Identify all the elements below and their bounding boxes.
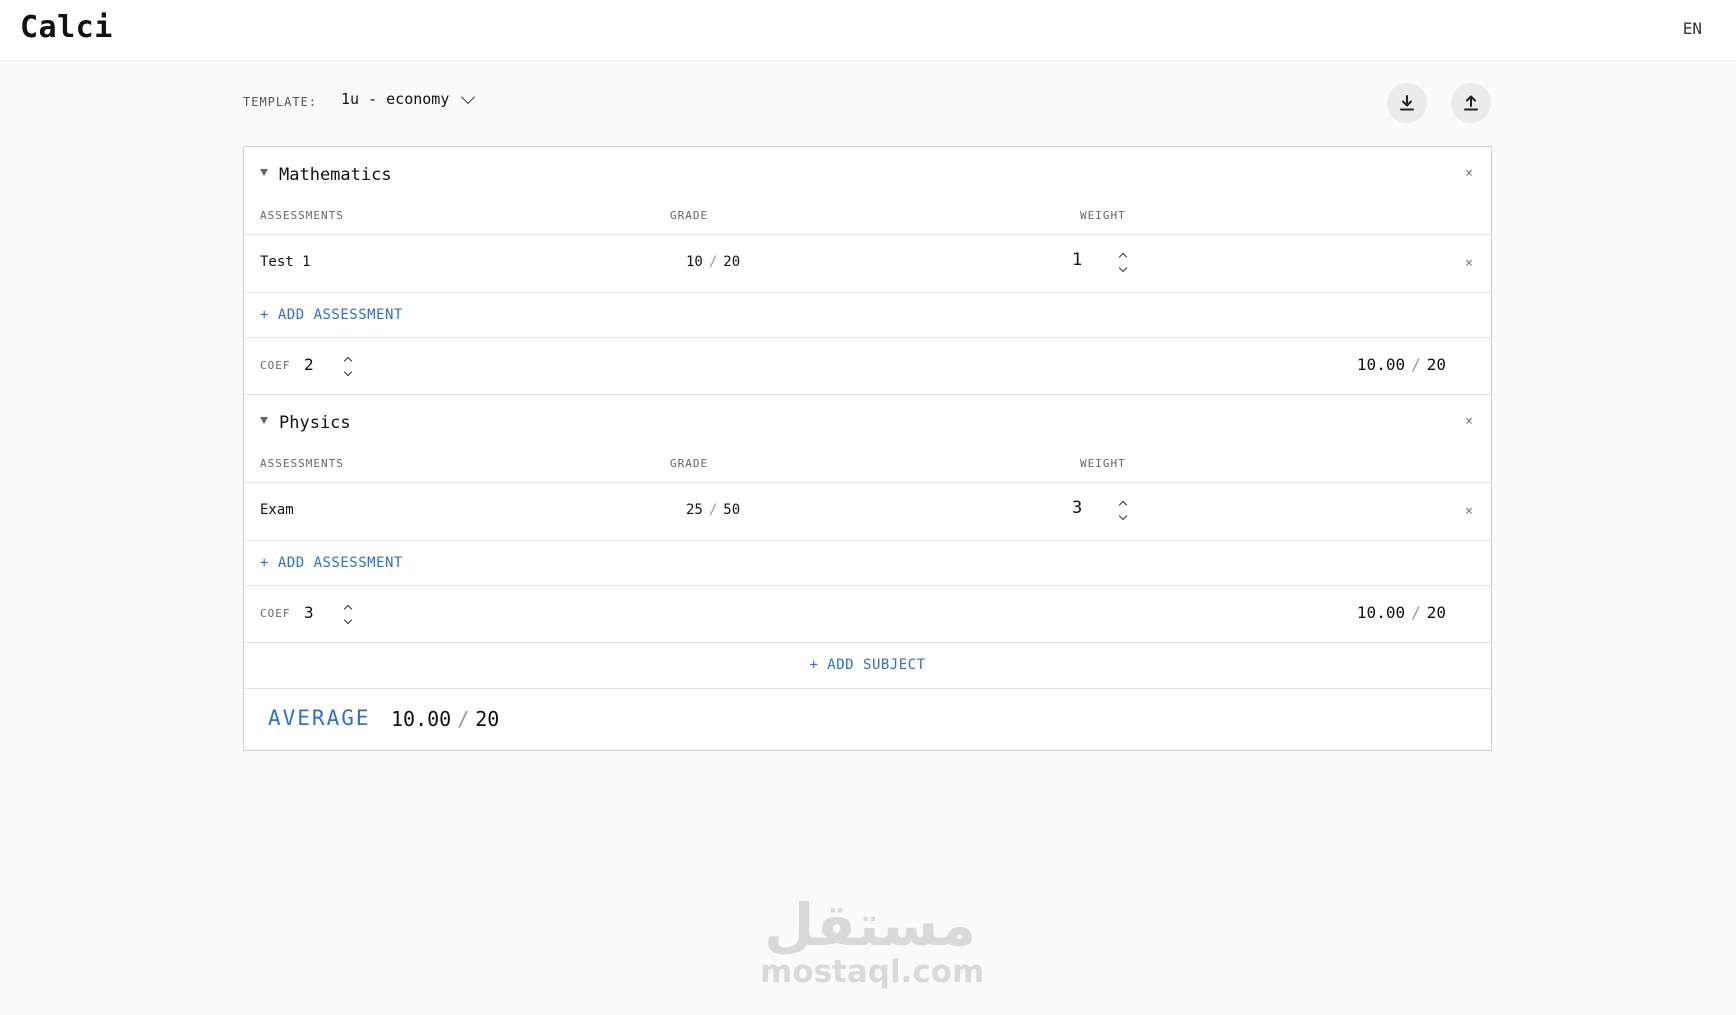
add-assessment-button[interactable]: + ADD ASSESSMENT — [260, 555, 403, 571]
subject-average-value: 10.00 — [1356, 603, 1406, 622]
collapse-caret-icon[interactable] — [260, 417, 268, 424]
subject-average-max: 20 — [1426, 355, 1446, 374]
coefficient-row: COEF 3 10.00 / 20 — [244, 586, 1491, 642]
collapse-caret-icon[interactable] — [260, 169, 268, 176]
average-separator: / — [1411, 355, 1421, 374]
chevron-up-icon[interactable] — [1118, 252, 1128, 262]
weight-stepper[interactable] — [1117, 498, 1131, 524]
remove-subject-button[interactable]: × — [1465, 166, 1473, 181]
coef-input[interactable]: 3 — [304, 603, 314, 622]
grade-separator: / — [708, 502, 718, 518]
column-header-weight: WEIGHT — [1080, 457, 1126, 470]
grade-score-input[interactable]: 25 — [686, 502, 703, 518]
subject-name[interactable]: Physics — [279, 413, 351, 433]
assessment-name-input[interactable]: Exam — [260, 502, 294, 518]
grade-separator: / — [708, 254, 718, 270]
upload-icon — [1464, 95, 1478, 111]
column-header-weight: WEIGHT — [1080, 209, 1126, 222]
overall-average-row: AVERAGE 10.00/20 — [244, 689, 1491, 751]
language-switch[interactable]: EN — [1683, 19, 1702, 38]
coefficient-row: COEF 2 10.00 / 20 — [244, 338, 1491, 394]
download-button[interactable] — [1387, 83, 1427, 123]
coef-stepper[interactable] — [342, 354, 356, 380]
grade-max-input[interactable]: 20 — [723, 254, 740, 270]
grade-score-input[interactable]: 10 — [686, 254, 703, 270]
coef-input[interactable]: 2 — [304, 355, 314, 374]
watermark-logo: مستقل mostaql.com — [760, 891, 985, 990]
overall-average-value: 10.00 — [391, 707, 452, 731]
subject-average-value: 10.00 — [1356, 355, 1406, 374]
chevron-down-icon[interactable] — [1118, 511, 1128, 521]
overall-average: 10.00/20 — [391, 707, 499, 731]
add-subject-button[interactable]: + ADD SUBJECT — [809, 657, 925, 673]
column-header-assessments: ASSESSMENTS — [260, 457, 344, 470]
subject-mathematics: Mathematics × ASSESSMENTS GRADE WEIGHT T… — [244, 147, 1491, 395]
coef-label: COEF — [260, 607, 291, 620]
app-logo[interactable]: Calci — [20, 10, 113, 45]
top-bar: Calci EN — [0, 0, 1736, 61]
template-select[interactable]: 1u - economy — [341, 89, 476, 108]
assessment-column-headers: ASSESSMENTS GRADE WEIGHT — [244, 451, 1491, 483]
weight-input[interactable]: 1 — [1072, 250, 1082, 270]
remove-assessment-button[interactable]: × — [1465, 504, 1473, 519]
average-label: AVERAGE — [268, 706, 371, 730]
subject-name[interactable]: Mathematics — [279, 165, 392, 185]
subject-average: 10.00 / 20 — [1357, 603, 1446, 622]
chevron-down-icon[interactable] — [343, 367, 353, 377]
assessment-row: Test 1 10 / 20 1 × — [244, 235, 1491, 293]
chevron-up-icon[interactable] — [343, 356, 353, 366]
subject-header: Mathematics × — [244, 147, 1491, 203]
column-header-grade: GRADE — [670, 209, 709, 222]
subject-average-max: 20 — [1426, 603, 1446, 622]
subject-average: 10.00 / 20 — [1357, 355, 1446, 374]
column-header-assessments: ASSESSMENTS — [260, 209, 344, 222]
column-header-grade: GRADE — [670, 457, 709, 470]
average-separator: / — [457, 707, 470, 731]
chevron-up-icon[interactable] — [1118, 500, 1128, 510]
assessment-row: Exam 25 / 50 3 × — [244, 483, 1491, 541]
weight-input[interactable]: 3 — [1072, 498, 1082, 518]
assessment-column-headers: ASSESSMENTS GRADE WEIGHT — [244, 203, 1491, 235]
watermark-arabic-text: مستقل — [763, 891, 977, 959]
upload-button[interactable] — [1451, 83, 1491, 123]
download-icon — [1400, 95, 1414, 111]
coef-stepper[interactable] — [342, 602, 356, 628]
subject-physics: Physics × ASSESSMENTS GRADE WEIGHT Exam … — [244, 395, 1491, 643]
coef-label: COEF — [260, 359, 291, 372]
chevron-down-icon[interactable] — [1118, 263, 1128, 273]
assessment-name-input[interactable]: Test 1 — [260, 254, 311, 270]
template-label: TEMPLATE: — [243, 95, 318, 109]
template-selected-value: 1u - economy — [341, 90, 450, 108]
grade-max-input[interactable]: 50 — [723, 502, 740, 518]
remove-subject-button[interactable]: × — [1465, 414, 1473, 429]
chevron-up-icon[interactable] — [343, 604, 353, 614]
chevron-down-icon[interactable] — [343, 615, 353, 625]
assessment-grade: 25 / 50 — [686, 502, 740, 518]
subject-header: Physics × — [244, 395, 1491, 451]
chevron-down-icon — [461, 89, 476, 104]
template-toolbar: TEMPLATE: 1u - economy — [243, 83, 1491, 123]
remove-assessment-button[interactable]: × — [1465, 256, 1473, 271]
watermark-latin-text: mostaql.com — [760, 954, 985, 990]
add-assessment-row: + ADD ASSESSMENT — [244, 293, 1491, 338]
subjects-card: Mathematics × ASSESSMENTS GRADE WEIGHT T… — [243, 146, 1492, 751]
weight-stepper[interactable] — [1117, 250, 1131, 276]
add-assessment-row: + ADD ASSESSMENT — [244, 541, 1491, 586]
assessment-grade: 10 / 20 — [686, 254, 740, 270]
average-separator: / — [1411, 603, 1421, 622]
overall-average-max: 20 — [475, 707, 500, 731]
add-assessment-button[interactable]: + ADD ASSESSMENT — [260, 307, 403, 323]
add-subject-row: + ADD SUBJECT — [244, 643, 1491, 689]
